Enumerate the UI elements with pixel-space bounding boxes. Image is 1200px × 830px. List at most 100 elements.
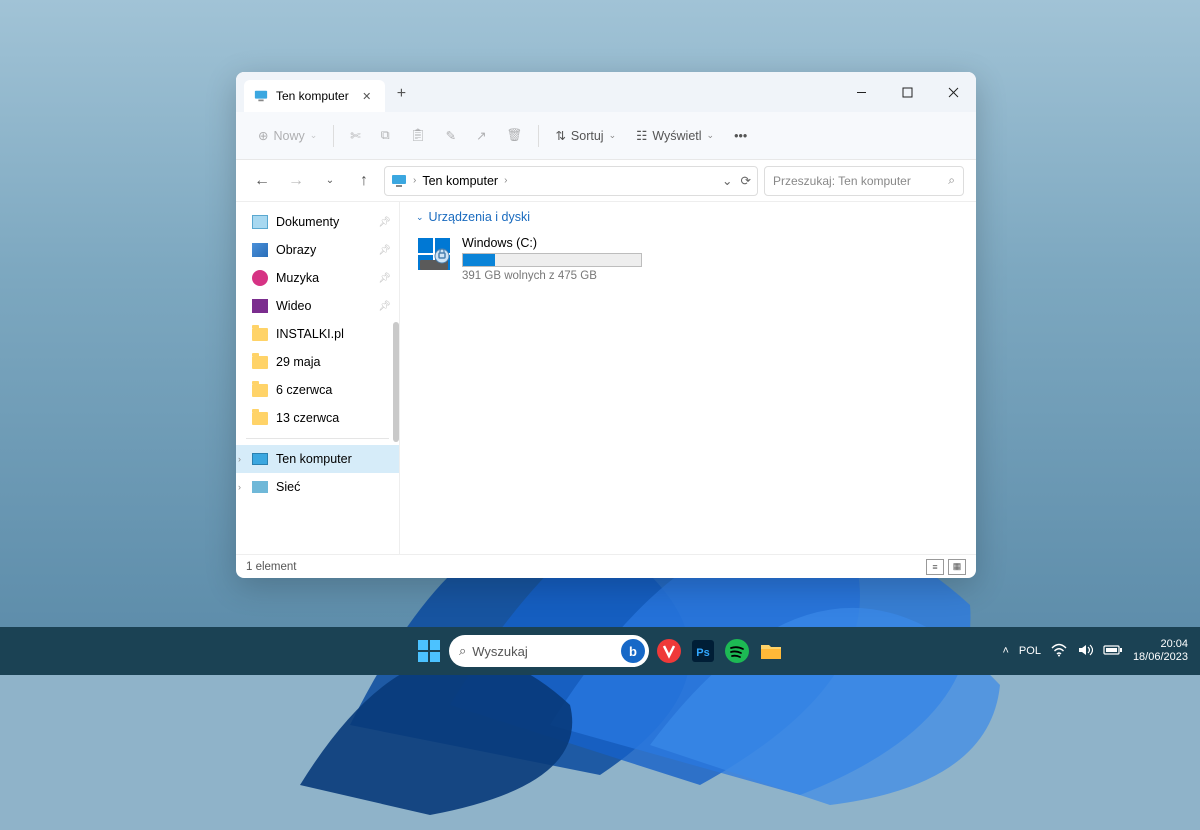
chevron-down-icon: ⌄ [416,212,424,223]
sidebar-item-folder[interactable]: INSTALKI.pl [236,320,399,348]
taskbar-search[interactable]: ⌕ Wyszukaj b [449,635,649,667]
details-view-button[interactable]: ≡ [926,559,944,575]
monitor-icon [252,453,268,465]
plus-circle-icon: ⊕ [258,128,268,143]
search-icon: ⌕ [948,173,955,188]
icons-view-button[interactable]: ▦ [948,559,966,575]
sidebar-item-network[interactable]: ›Sieć [236,473,399,501]
desktop: Ten komputer ✕ + ⊕Nowy⌄ ✄ ⧉ 📋︎ ✎ ↗ 🗑︎ ⇅S… [0,0,1200,675]
drive-name: Windows (C:) [462,236,642,250]
more-button[interactable]: ••• [726,120,755,152]
svg-text:Ps: Ps [696,647,709,659]
music-icon [252,270,268,286]
breadcrumb[interactable]: Ten komputer [422,174,498,188]
pin-icon: 📌︎ [378,245,391,256]
close-tab-icon[interactable]: ✕ [357,86,377,106]
network-icon [252,481,268,493]
sidebar-item-folder[interactable]: 6 czerwca [236,376,399,404]
refresh-icon[interactable]: ⟳ [741,173,751,188]
language-indicator[interactable]: POL [1019,645,1041,657]
group-header[interactable]: ⌄Urządzenia i dyski [416,210,960,224]
video-icon [252,299,268,313]
item-count: 1 element [246,561,297,573]
drive-icon [416,236,452,272]
chevron-right-icon[interactable]: › [238,482,241,492]
clock[interactable]: 20:04 18/06/2023 [1133,638,1188,664]
new-tab-button[interactable]: + [397,85,406,103]
sort-icon: ⇅ [555,128,565,143]
sidebar-item-pictures[interactable]: Obrazy📌︎ [236,236,399,264]
content-pane: ⌄Urządzenia i dyski Windows (C:) 391 GB … [400,202,976,554]
drive-free-space: 391 GB wolnych z 475 GB [462,270,642,282]
trash-icon: 🗑︎ [507,128,523,143]
tab-this-pc[interactable]: Ten komputer ✕ [244,80,385,112]
back-button[interactable]: ← [248,167,276,195]
share-button: ↗ [468,120,494,152]
status-bar: 1 element ≡ ▦ [236,554,976,578]
paste-button: 📋︎ [402,120,434,152]
bing-icon: b [621,639,645,663]
start-button[interactable] [415,637,443,665]
rename-button: ✎ [438,120,464,152]
sidebar-item-this-pc[interactable]: ›Ten komputer [236,445,399,473]
sidebar-item-folder[interactable]: 13 czerwca [236,404,399,432]
close-window-button[interactable] [930,72,976,112]
view-icon: ☷ [636,128,647,143]
monitor-icon [254,89,268,103]
folder-icon [252,384,268,397]
new-button[interactable]: ⊕Nowy⌄ [250,120,325,152]
tab-label: Ten komputer [276,89,349,103]
chevron-down-icon[interactable]: ⌄ [722,173,732,188]
pictures-icon [252,243,268,257]
pin-icon: 📌︎ [378,217,391,228]
taskbar-app-explorer[interactable] [757,637,785,665]
documents-icon [252,215,268,229]
chevron-right-icon[interactable]: › [504,175,507,186]
folder-icon [252,412,268,425]
sidebar-item-documents[interactable]: Dokumenty📌︎ [236,208,399,236]
drive-usage-bar [462,253,642,267]
chevron-right-icon: › [413,175,416,186]
up-button[interactable]: ↑ [350,167,378,195]
folder-icon [252,328,268,341]
pin-icon: 📌︎ [378,273,391,284]
taskbar-app-spotify[interactable] [723,637,751,665]
sidebar-item-folder[interactable]: 29 maja [236,348,399,376]
scrollbar[interactable] [393,322,399,442]
battery-icon[interactable] [1103,644,1123,659]
search-placeholder: Przeszukaj: Ten komputer [773,174,911,188]
navigation-row: ← → ⌄ ↑ › Ten komputer › ⌄ ⟳ Przeszukaj: … [236,160,976,202]
drive-item[interactable]: Windows (C:) 391 GB wolnych z 475 GB [416,232,960,286]
titlebar: Ten komputer ✕ + [236,72,976,112]
sort-button[interactable]: ⇅Sortuj⌄ [547,120,624,152]
maximize-button[interactable] [884,72,930,112]
view-button[interactable]: ☷Wyświetl⌄ [628,120,722,152]
taskbar: ⌕ Wyszukaj b Ps ˄ POL 20:04 18/06/2023 [0,627,1200,675]
chevron-right-icon[interactable]: › [238,454,241,464]
wifi-icon[interactable] [1051,643,1067,660]
folder-icon [252,356,268,369]
minimize-button[interactable] [838,72,884,112]
pin-icon: 📌︎ [378,301,391,312]
recent-button[interactable]: ⌄ [316,167,344,195]
sidebar-item-videos[interactable]: Wideo📌︎ [236,292,399,320]
explorer-window: Ten komputer ✕ + ⊕Nowy⌄ ✄ ⧉ 📋︎ ✎ ↗ 🗑︎ ⇅S… [236,72,976,578]
copy-button: ⧉ [373,120,398,152]
copy-icon: ⧉ [381,128,390,143]
paste-icon: 📋︎ [410,128,426,143]
toolbar: ⊕Nowy⌄ ✄ ⧉ 📋︎ ✎ ↗ 🗑︎ ⇅Sortuj⌄ ☷Wyświetl⌄… [236,112,976,160]
volume-icon[interactable] [1077,643,1093,660]
search-input[interactable]: Przeszukaj: Ten komputer ⌕ [764,166,964,196]
taskbar-app-vivaldi[interactable] [655,637,683,665]
search-icon: ⌕ [459,643,466,659]
address-bar[interactable]: › Ten komputer › ⌄ ⟳ [384,166,758,196]
taskbar-app-photoshop[interactable]: Ps [689,637,717,665]
forward-button[interactable]: → [282,167,310,195]
sidebar-item-music[interactable]: Muzyka📌︎ [236,264,399,292]
tray-chevron-icon[interactable]: ˄ [1002,645,1008,657]
share-icon: ↗ [476,128,486,143]
cut-button: ✄ [342,120,368,152]
cut-icon: ✄ [350,128,360,143]
sidebar: Dokumenty📌︎ Obrazy📌︎ Muzyka📌︎ Wideo📌︎ IN… [236,202,400,554]
monitor-icon [391,174,407,188]
